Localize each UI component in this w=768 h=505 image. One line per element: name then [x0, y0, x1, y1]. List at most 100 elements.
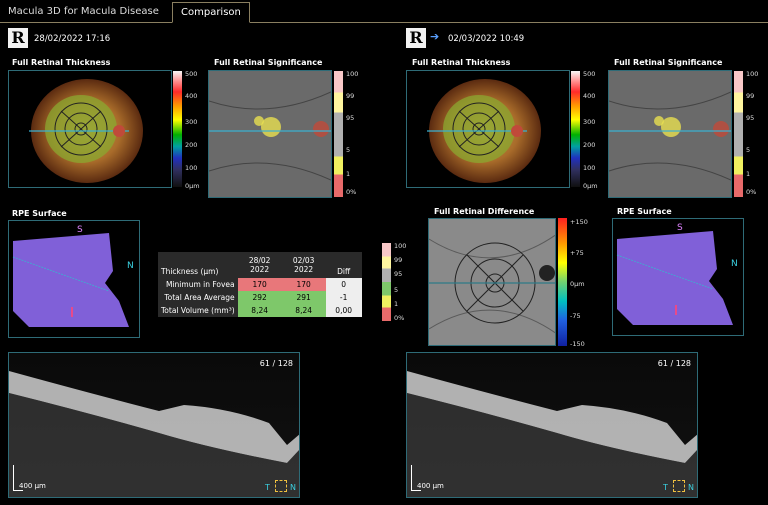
- crop-icon[interactable]: [275, 480, 287, 492]
- rpe-s-label: S: [77, 225, 83, 235]
- tab-bar: Macula 3D for Macula Disease Comparison: [0, 0, 768, 23]
- scale-tick: 0µm: [185, 182, 200, 190]
- scale-tick: 1: [346, 170, 351, 178]
- thickness-table: Thickness (µm) 28/02 2022 02/03 2022 Diff …: [158, 252, 362, 317]
- thickness-map-right[interactable]: [406, 70, 570, 188]
- legend-tick: 1: [394, 300, 399, 308]
- oct-t-label: T: [663, 483, 668, 492]
- table-cell: 8,24: [237, 304, 282, 317]
- oct-t-label: T: [265, 483, 270, 492]
- oct-n-label: N: [290, 483, 296, 492]
- scale-tick: 5: [746, 146, 751, 154]
- eye-badge-left: R: [8, 28, 28, 48]
- legend-tick: 0%: [394, 314, 405, 322]
- scale-tick: 200: [185, 141, 198, 149]
- table-legend-colorbar: [382, 243, 391, 321]
- table-cell: -1: [325, 291, 362, 304]
- table-header-diff: Diff: [325, 252, 362, 278]
- tab-macula-3d[interactable]: Macula 3D for Macula Disease: [0, 2, 167, 21]
- table-header-date2: 02/03 2022: [281, 252, 326, 278]
- eye-badge-right: R: [406, 28, 426, 48]
- table-row-label: Total Volume (mm³): [158, 304, 238, 317]
- exam-date-left: 28/02/2022 17:16: [34, 34, 111, 44]
- legend-tick: 100: [394, 242, 407, 250]
- scale-bar: [13, 490, 23, 491]
- scale-tick: 0µm: [570, 280, 585, 288]
- table-cell: 8,24: [281, 304, 326, 317]
- table-cell: 292: [237, 291, 282, 304]
- scale-tick: 100: [185, 164, 198, 172]
- scale-tick: 99: [746, 92, 755, 100]
- oct-scale-label: 400 µm: [19, 482, 46, 490]
- difference-map[interactable]: [428, 218, 556, 346]
- crop-icon[interactable]: [673, 480, 685, 492]
- scale-tick: 95: [746, 114, 755, 122]
- difference-label: Full Retinal Difference: [434, 207, 535, 216]
- scale-tick: +75: [570, 249, 584, 257]
- significance-map-left[interactable]: [208, 70, 332, 198]
- difference-colorbar: [558, 218, 567, 346]
- scale-tick: 0%: [346, 188, 357, 196]
- oct-n-label: N: [688, 483, 694, 492]
- oct-bscan-right[interactable]: 61 / 128 400 µm T N: [406, 352, 698, 498]
- legend-tick: 95: [394, 270, 403, 278]
- table-cell: 0: [325, 278, 362, 291]
- oct-slice-counter: 61 / 128: [657, 359, 691, 368]
- scale-bar: [13, 465, 14, 491]
- scale-tick: 400: [583, 92, 596, 100]
- significance-colorbar-left: [334, 71, 343, 197]
- thickness-label-left: Full Retinal Thickness: [12, 58, 111, 67]
- oct-scale-label: 400 µm: [417, 482, 444, 490]
- scale-tick: 0%: [746, 188, 757, 196]
- scale-tick: 95: [346, 114, 355, 122]
- scale-tick: 500: [583, 70, 596, 78]
- scale-tick: 99: [346, 92, 355, 100]
- table-cell: 170: [281, 278, 326, 291]
- oct-slice-counter: 61 / 128: [259, 359, 293, 368]
- table-row-label: Total Area Average: [158, 291, 238, 304]
- significance-label-right: Full Retinal Significance: [614, 58, 723, 67]
- rpe-surface-right[interactable]: S N: [612, 218, 744, 336]
- scale-tick: 100: [583, 164, 596, 172]
- rpe-n-label: N: [731, 259, 738, 269]
- scale-tick: 300: [583, 118, 596, 126]
- scale-tick: 0µm: [583, 182, 598, 190]
- rpe-s-label: S: [677, 223, 683, 233]
- legend-tick: 5: [394, 286, 399, 294]
- legend-tick: 99: [394, 256, 403, 264]
- scale-bar: [411, 490, 421, 491]
- exam-date-right: 02/03/2022 10:49: [448, 34, 525, 44]
- significance-colorbar-right: [734, 71, 743, 197]
- significance-map-right[interactable]: [608, 70, 732, 198]
- rpe-n-label: N: [127, 261, 134, 271]
- thickness-map-left[interactable]: [8, 70, 172, 188]
- table-header-date1: 28/02 2022: [237, 252, 282, 278]
- scale-tick: 200: [583, 141, 596, 149]
- scale-tick: -150: [570, 340, 585, 348]
- table-cell: 170: [237, 278, 282, 291]
- thickness-colorbar-left: [173, 71, 182, 187]
- arrow-right-icon: ➔: [430, 30, 440, 43]
- scale-tick: +150: [570, 218, 588, 226]
- table-cell: 291: [281, 291, 326, 304]
- table-cell: 0,00: [325, 304, 362, 317]
- scale-tick: 500: [185, 70, 198, 78]
- scale-tick: 300: [185, 118, 198, 126]
- significance-label-left: Full Retinal Significance: [214, 58, 323, 67]
- thickness-colorbar-right: [571, 71, 580, 187]
- scale-tick: -75: [570, 312, 581, 320]
- scale-tick: 1: [746, 170, 751, 178]
- rpe-surface-left[interactable]: S N: [8, 220, 140, 338]
- scale-tick: 100: [746, 70, 759, 78]
- table-header-label: Thickness (µm): [158, 252, 238, 278]
- tab-comparison[interactable]: Comparison: [172, 2, 250, 23]
- rpe-label-left: RPE Surface: [12, 209, 67, 218]
- scale-bar: [411, 465, 412, 491]
- scale-tick: 100: [346, 70, 359, 78]
- scale-tick: 5: [346, 146, 351, 154]
- thickness-label-right: Full Retinal Thickness: [412, 58, 511, 67]
- scale-tick: 400: [185, 92, 198, 100]
- rpe-label-right: RPE Surface: [617, 207, 672, 216]
- oct-bscan-left[interactable]: 61 / 128 400 µm T N: [8, 352, 300, 498]
- table-row-label: Minimum in Fovea: [158, 278, 238, 291]
